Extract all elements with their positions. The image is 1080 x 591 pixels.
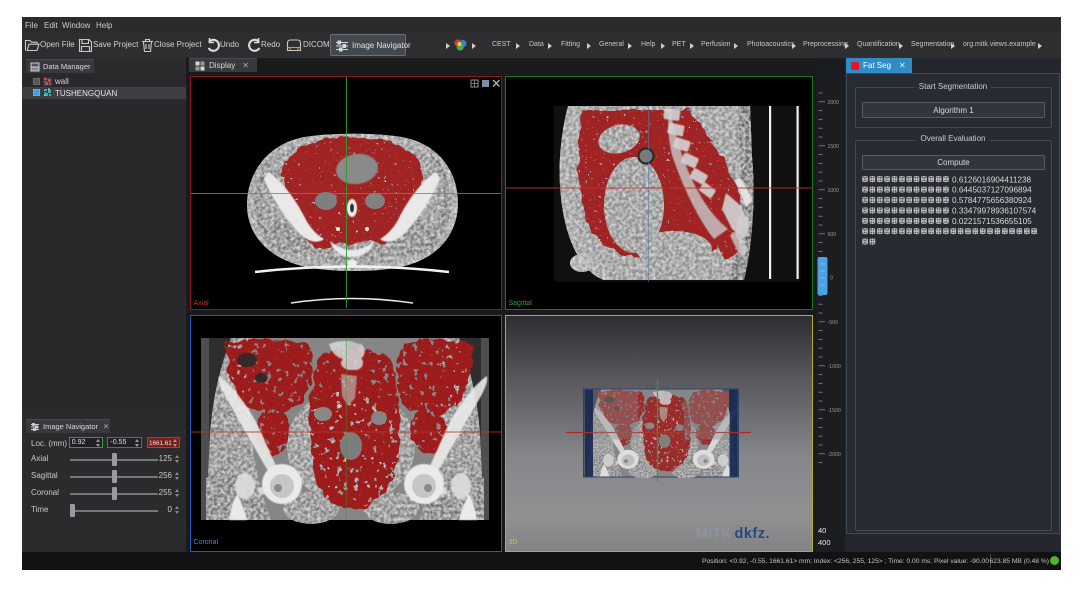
svg-text:-1000: -1000 bbox=[828, 364, 841, 370]
svg-text::: : bbox=[944, 217, 946, 226]
svg-text:1000: 1000 bbox=[828, 188, 840, 194]
svg-text:400: 400 bbox=[818, 538, 831, 547]
svg-text:1500: 1500 bbox=[828, 144, 840, 150]
svg-text:0.33479978936107574: 0.33479978936107574 bbox=[952, 207, 1037, 216]
svg-text:-500: -500 bbox=[828, 320, 838, 326]
svg-text:-1500: -1500 bbox=[828, 408, 841, 414]
svg-text:MITK:dkfz.: MITK:dkfz. bbox=[696, 525, 770, 542]
svg-text::: : bbox=[944, 206, 946, 215]
svg-text:0.6126016904411238: 0.6126016904411238 bbox=[952, 175, 1032, 184]
svg-text:0.5784775656380924: 0.5784775656380924 bbox=[952, 196, 1032, 205]
svg-text:40: 40 bbox=[818, 526, 826, 535]
svg-text::: : bbox=[944, 196, 946, 205]
svg-text:2000: 2000 bbox=[828, 100, 840, 106]
svg-text:0.6445037127096894: 0.6445037127096894 bbox=[952, 186, 1032, 195]
svg-text:500: 500 bbox=[828, 232, 837, 238]
svg-text::: : bbox=[944, 175, 946, 184]
svg-text:0: 0 bbox=[830, 276, 833, 282]
svg-text:0.0221571536655105: 0.0221571536655105 bbox=[952, 217, 1032, 226]
svg-text::: : bbox=[944, 186, 946, 195]
svg-text:-2000: -2000 bbox=[828, 452, 841, 458]
